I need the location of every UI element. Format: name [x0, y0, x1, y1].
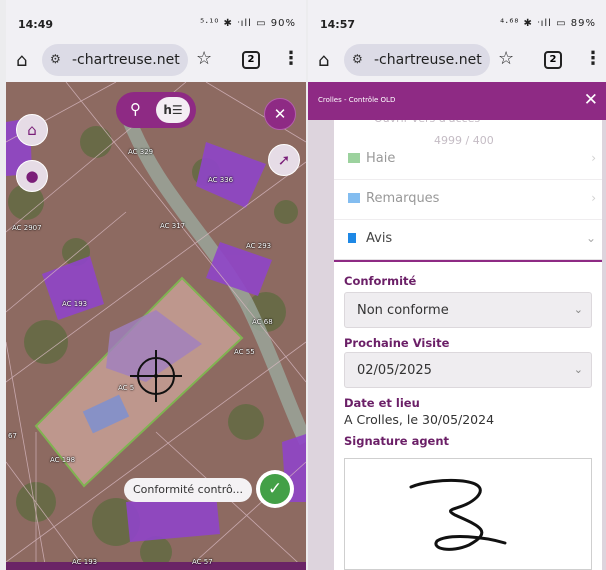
panel-header: Crolles - Contrôle OLD ✕ — [308, 82, 606, 120]
accordion-remarques[interactable]: Remarques › — [334, 180, 602, 220]
prochaine-visite-label: Prochaine Visite — [344, 336, 450, 350]
accordion-label: Haie — [366, 151, 396, 166]
chevron-down-icon: ⌄ — [585, 231, 596, 245]
signature-label: Signature agent — [344, 434, 450, 448]
parcel-label: 67 — [8, 432, 17, 440]
parcel-label: AC 57 — [192, 558, 213, 566]
accordion-avis[interactable]: Avis ⌄ — [334, 220, 602, 260]
status-icons: ⁴·⁶⁸ ✱ ᐧıll ▭ 89% — [500, 18, 596, 29]
close-icon[interactable]: ✕ — [584, 90, 598, 110]
site-settings-icon[interactable]: ⚙ — [352, 52, 363, 66]
parcel-label: AC 329 — [128, 148, 154, 156]
site-settings-icon[interactable]: ⚙ — [50, 52, 61, 66]
legend-toggle-label: h — [163, 103, 172, 117]
select-value: Non conforme — [357, 303, 449, 318]
legend-icon[interactable]: h☰ — [156, 97, 190, 123]
status-bar: 14:49 ⁵·¹⁰ ✱ ᐧıll ▭ 90% — [6, 0, 306, 44]
control-form-panel: Ouvrir vers d'accès 4999 / 400 Haie › Re… — [334, 110, 602, 570]
tab-count-button[interactable]: 2 — [544, 51, 562, 69]
conformite-select[interactable]: Non conforme ⌄ — [344, 292, 592, 328]
date-lieu-value: A Crolles, le 30/05/2024 — [344, 412, 495, 427]
browser-home-icon[interactable]: ⌂ — [318, 50, 329, 71]
conformite-label: Conformité — [344, 274, 417, 288]
browser-menu-icon[interactable]: ⋮ — [282, 48, 300, 69]
chevron-right-icon: › — [591, 151, 596, 165]
address-bar[interactable]: ⚙ -chartreuse.net — [344, 44, 490, 76]
parcel-label: AC 193 — [62, 300, 88, 308]
parcel-label: AC 193 — [72, 558, 98, 566]
cadastral-map[interactable]: AC 329 AC 336 AC 317 AC 2907 AC 293 AC 1… — [6, 82, 306, 570]
status-time: 14:49 — [18, 18, 54, 31]
accordion-label: Remarques — [366, 191, 440, 206]
home-icon[interactable]: ⌂ — [16, 114, 48, 146]
parcel-label: AC 2907 — [12, 224, 42, 232]
status-time: 14:57 — [320, 18, 356, 31]
parcel-label: AC 68 — [252, 318, 273, 326]
url-text: -chartreuse.net — [72, 52, 180, 68]
signature-drawing — [409, 479, 507, 551]
check-icon: ✓ — [260, 474, 290, 504]
parcel-label: AC 55 — [234, 348, 255, 356]
parcel-label: AC 5 — [118, 384, 135, 392]
opinion-icon — [348, 233, 356, 243]
accordion-label: Avis — [366, 231, 393, 246]
chevron-down-icon: ⌄ — [573, 363, 583, 376]
browser-toolbar: ⌂ ⚙ -chartreuse.net ☆ 2 ⋮ — [6, 40, 306, 80]
left-phone: 14:49 ⁵·¹⁰ ✱ ᐧıll ▭ 90% ⌂ ⚙ -chartreuse.… — [6, 0, 306, 570]
date-lieu-label: Date et lieu — [344, 396, 420, 410]
hedge-icon — [348, 153, 360, 163]
signature-pad[interactable] — [344, 458, 592, 570]
browser-home-icon[interactable]: ⌂ — [16, 50, 27, 71]
accordion-haie[interactable]: Haie › — [334, 140, 602, 180]
select-value: 02/05/2025 — [357, 363, 432, 378]
conformity-status-chip[interactable]: Conformité contrô... — [124, 478, 253, 502]
address-bar[interactable]: ⚙ -chartreuse.net — [42, 44, 188, 76]
screenshot-root: 14:49 ⁵·¹⁰ ✱ ᐧıll ▭ 90% ⌂ ⚙ -chartreuse.… — [0, 0, 606, 570]
parcel-label: AC 198 — [50, 456, 76, 464]
crossed-tools-icon[interactable]: ✕ — [264, 98, 296, 130]
parcel-label: AC 293 — [246, 242, 272, 250]
tab-count-button[interactable]: 2 — [242, 51, 260, 69]
browser-toolbar: ⌂ ⚙ -chartreuse.net ☆ 2 ⋮ — [308, 40, 606, 80]
url-text: -chartreuse.net — [374, 52, 482, 68]
layer-toggle[interactable]: ⚲ h☰ — [116, 92, 196, 128]
validate-button[interactable]: ✓ — [256, 470, 294, 508]
cursor-select-icon[interactable]: ➚ — [268, 144, 300, 176]
status-icons: ⁵·¹⁰ ✱ ᐧıll ▭ 90% — [200, 18, 296, 29]
parcel-label: AC 317 — [160, 222, 186, 230]
browser-menu-icon[interactable]: ⋮ — [584, 48, 602, 69]
parcel-label: AC 336 — [208, 176, 234, 184]
right-phone: 14:57 ⁴·⁶⁸ ✱ ᐧıll ▭ 89% ⌂ ⚙ -chartreuse.… — [308, 0, 606, 570]
prochaine-visite-select[interactable]: 02/05/2025 ⌄ — [344, 352, 592, 388]
location-pin-icon[interactable]: ⚲ — [130, 100, 141, 118]
bookmark-star-icon[interactable]: ☆ — [196, 48, 212, 69]
bookmark-star-icon[interactable]: ☆ — [498, 48, 514, 69]
chevron-right-icon: › — [591, 191, 596, 205]
section-divider — [334, 260, 602, 262]
status-bar: 14:57 ⁴·⁶⁸ ✱ ᐧıll ▭ 89% — [308, 0, 606, 44]
panel-title: Crolles - Contrôle OLD — [318, 96, 396, 104]
remarks-icon — [348, 193, 360, 203]
chevron-down-icon: ⌄ — [573, 303, 583, 316]
user-pin-icon[interactable]: ● — [16, 160, 48, 192]
